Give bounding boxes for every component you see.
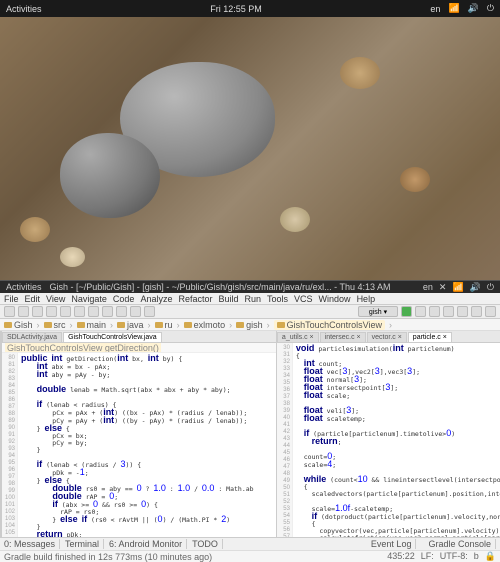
right-code[interactable]: void particlesimulation(int particlenum)… bbox=[293, 343, 500, 537]
pebble-decoration bbox=[400, 167, 430, 192]
volume-icon[interactable]: 🔊 bbox=[468, 3, 479, 14]
pebble-decoration bbox=[60, 133, 160, 218]
redo-button[interactable] bbox=[60, 306, 71, 317]
avd-button[interactable] bbox=[443, 306, 454, 317]
tool-window-tab[interactable]: TODO bbox=[188, 539, 223, 549]
breadcrumb-item[interactable]: main bbox=[77, 320, 107, 330]
sync-button[interactable] bbox=[32, 306, 43, 317]
context[interactable]: b bbox=[474, 551, 479, 562]
paste-button[interactable] bbox=[102, 306, 113, 317]
sdk-button[interactable] bbox=[457, 306, 468, 317]
editor-tab[interactable]: vector.c × bbox=[367, 332, 407, 342]
app-title: Gish - [~/Public/Gish] - [gish] - ~/Publ… bbox=[42, 282, 423, 292]
network-icon[interactable]: 📶 bbox=[448, 3, 459, 14]
menu-window[interactable]: Window bbox=[319, 294, 351, 304]
tool-window-bar: 0: MessagesTerminal6: Android MonitorTOD… bbox=[0, 537, 500, 550]
power-icon[interactable]: ⏻ bbox=[487, 3, 494, 14]
left-tabs: SDLActivity.javaGishTouchControlsView.ja… bbox=[2, 331, 276, 343]
left-code[interactable]: public int getDirection(int bx, int by) … bbox=[18, 353, 276, 537]
tool-window-tab[interactable]: 0: Messages bbox=[0, 539, 60, 549]
breadcrumb: Gish›src›main›java›ru›exlmoto›gish›GishT… bbox=[0, 319, 500, 331]
run-config-button[interactable]: gish ▾ bbox=[358, 306, 398, 317]
left-gutter: 8081828384858687888990919293949596979899… bbox=[2, 353, 18, 537]
stop-button[interactable] bbox=[429, 306, 440, 317]
copy-button[interactable] bbox=[88, 306, 99, 317]
clock[interactable]: Fri 12:55 PM bbox=[210, 4, 262, 14]
activities-label[interactable]: Activities bbox=[6, 282, 42, 292]
debug-button[interactable] bbox=[415, 306, 426, 317]
ide-gnome-bar: Activities Gish - [~/Public/Gish] - [gis… bbox=[0, 281, 500, 293]
close-icon[interactable]: ✕ bbox=[439, 282, 447, 293]
menu-help[interactable]: Help bbox=[357, 294, 376, 304]
menu-tools[interactable]: Tools bbox=[267, 294, 288, 304]
pebble-decoration bbox=[20, 217, 50, 242]
editor-tab[interactable]: particle.c × bbox=[408, 332, 452, 342]
status-message: Gradle build finished in 12s 773ms (10 m… bbox=[4, 552, 212, 562]
tool-window-tab[interactable]: Event Log bbox=[367, 539, 417, 549]
editor-tab[interactable]: SDLActivity.java bbox=[2, 332, 62, 342]
menu-edit[interactable]: Edit bbox=[25, 294, 41, 304]
editor-tab[interactable]: a_utils.c × bbox=[277, 332, 319, 342]
tool-window-tab[interactable]: Terminal bbox=[61, 539, 104, 549]
breadcrumb-item[interactable]: exlmoto bbox=[184, 320, 226, 330]
gnome-top-bar: Activities Fri 12:55 PM en 📶 🔊 ⏻ bbox=[0, 0, 500, 17]
find-button[interactable] bbox=[116, 306, 127, 317]
line-ending[interactable]: LF: bbox=[421, 551, 434, 562]
menu-navigate[interactable]: Navigate bbox=[71, 294, 107, 304]
status-bar: Gradle build finished in 12s 773ms (10 m… bbox=[0, 550, 500, 562]
menubar: File Edit View Navigate Code Analyze Ref… bbox=[0, 293, 500, 305]
right-editor: a_utils.c ×intersec.c ×vector.c ×particl… bbox=[277, 331, 500, 537]
settings-button[interactable] bbox=[471, 306, 482, 317]
tool-window-tab[interactable]: Gradle Console bbox=[424, 539, 496, 549]
ide-window: Activities Gish - [~/Public/Gish] - [gis… bbox=[0, 280, 500, 562]
save-button[interactable] bbox=[18, 306, 29, 317]
breadcrumb-item[interactable]: java bbox=[117, 320, 144, 330]
forward-button[interactable] bbox=[144, 306, 155, 317]
menu-analyze[interactable]: Analyze bbox=[140, 294, 172, 304]
menu-file[interactable]: File bbox=[4, 294, 19, 304]
run-button[interactable] bbox=[401, 306, 412, 317]
undo-button[interactable] bbox=[46, 306, 57, 317]
encoding[interactable]: UTF-8: bbox=[440, 551, 468, 562]
activities-button[interactable]: Activities bbox=[6, 4, 42, 14]
toolbar: gish ▾ bbox=[0, 305, 500, 319]
editor-tab[interactable]: GishTouchControlsView.java bbox=[63, 332, 162, 342]
menu-run[interactable]: Run bbox=[245, 294, 262, 304]
menu-vcs[interactable]: VCS bbox=[294, 294, 313, 304]
network-icon[interactable]: 📶 bbox=[452, 282, 463, 293]
left-crumb[interactable]: GishTouchControlsView getDirection() bbox=[2, 343, 276, 353]
pebble-decoration bbox=[340, 57, 380, 89]
indicator-icon[interactable]: en bbox=[423, 282, 433, 293]
breadcrumb-item[interactable]: gish bbox=[236, 320, 263, 330]
left-editor: SDLActivity.javaGishTouchControlsView.ja… bbox=[2, 331, 277, 537]
right-gutter: 3031323334353637383940414243444546474849… bbox=[277, 343, 293, 537]
power-icon[interactable]: ⏻ bbox=[487, 282, 494, 293]
pebble-decoration bbox=[280, 207, 310, 232]
lang-indicator[interactable]: en bbox=[430, 4, 440, 14]
caret-position[interactable]: 435:22 bbox=[387, 551, 415, 562]
editor-tab[interactable]: intersec.c × bbox=[320, 332, 366, 342]
breadcrumb-item[interactable]: src bbox=[44, 320, 66, 330]
menu-code[interactable]: Code bbox=[113, 294, 135, 304]
menu-refactor[interactable]: Refactor bbox=[178, 294, 212, 304]
volume-icon[interactable]: 🔊 bbox=[470, 282, 481, 293]
help-button[interactable] bbox=[485, 306, 496, 317]
breadcrumb-item[interactable]: Gish bbox=[4, 320, 33, 330]
pebble-decoration bbox=[60, 247, 85, 267]
tool-window-tab[interactable]: 6: Android Monitor bbox=[105, 539, 187, 549]
menu-view[interactable]: View bbox=[46, 294, 65, 304]
cut-button[interactable] bbox=[74, 306, 85, 317]
breadcrumb-item[interactable]: ru bbox=[155, 320, 173, 330]
open-button[interactable] bbox=[4, 306, 15, 317]
lock-icon[interactable]: 🔒 bbox=[485, 551, 496, 562]
menu-build[interactable]: Build bbox=[218, 294, 238, 304]
back-button[interactable] bbox=[130, 306, 141, 317]
breadcrumb-item[interactable]: GishTouchControlsView bbox=[274, 320, 385, 330]
right-tabs: a_utils.c ×intersec.c ×vector.c ×particl… bbox=[277, 331, 500, 343]
